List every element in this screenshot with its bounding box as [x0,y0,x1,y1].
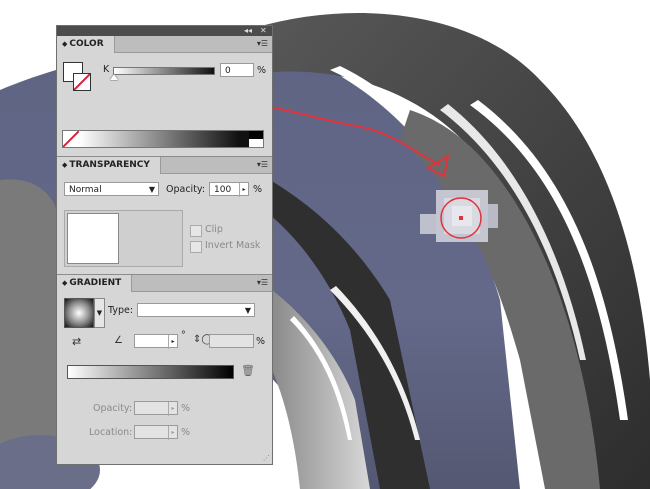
blend-mode-value: Normal [69,185,102,195]
clip-checkbox[interactable] [190,225,202,237]
k-percent-label: % [257,65,267,76]
opacity-stepper-icon[interactable]: ▸ [239,183,248,197]
stop-opacity-label: Opacity: [93,403,133,414]
tab-expand-icon: ◆ [62,161,68,169]
trash-icon[interactable]: 🗑 [241,364,255,377]
stroke-swatch[interactable] [73,73,91,91]
gradient-panel-title: GRADIENT [69,278,122,288]
k-value-input[interactable]: 0 [220,63,254,77]
gradient-panel-header: ◆ GRADIENT ▾☰ [57,275,272,292]
tab-expand-icon: ◆ [62,279,68,287]
color-panel-title: COLOR [69,39,104,49]
resize-grip-icon[interactable]: ⋰ [263,454,270,462]
annotation-center-dot [459,216,463,220]
collapse-dock-icon[interactable]: ◂◂ [244,26,252,36]
dock-title-bar[interactable]: ◂◂ ✕ [57,26,272,36]
opacity-percent-label: % [253,184,263,195]
angle-stepper-icon[interactable]: ▸ [168,335,177,349]
angle-input[interactable]: ▸ [134,334,178,349]
k-channel-label: K [103,64,110,75]
angle-icon: ∠ [114,335,123,346]
stop-opacity-input[interactable]: ▸ [134,401,178,416]
white-swatch[interactable] [249,139,263,147]
location-stepper-icon[interactable]: ▸ [168,426,177,440]
panel-dock: ◂◂ ✕ ◆ COLOR ▾☰ K 0 % ◆ TRANSPARENCY ▾☰ … [56,25,273,465]
gradient-slider-bar[interactable] [67,365,234,379]
invert-mask-label: Invert Mask [205,240,261,251]
color-panel-tab[interactable]: ◆ COLOR [57,36,115,53]
invert-mask-checkbox[interactable] [190,241,202,253]
k-channel-slider[interactable] [113,67,215,75]
location-input[interactable]: ▸ [134,425,178,440]
transparency-panel-tab[interactable]: ◆ TRANSPARENCY [57,157,161,174]
tab-expand-icon: ◆ [62,40,68,48]
location-label: Location: [89,427,133,438]
gradient-type-select[interactable]: ▼ [137,303,255,317]
aspect-percent-label: % [256,336,266,347]
location-percent-label: % [181,427,191,438]
transparency-panel-menu-icon[interactable]: ▾☰ [257,160,268,170]
k-slider-thumb[interactable] [110,74,118,80]
gradient-presets-dropdown-icon[interactable]: ▼ [94,298,105,328]
color-spectrum-bar[interactable] [62,130,264,148]
opacity-value: 100 [214,185,232,195]
clip-label: Clip [205,224,223,235]
stop-opacity-percent-label: % [181,403,191,414]
none-slash-icon [63,131,80,147]
gradient-preview-swatch[interactable] [64,298,94,328]
chevron-down-icon: ▼ [244,306,251,315]
color-panel-menu-icon[interactable]: ▾☰ [257,39,268,49]
gradient-panel-menu-icon[interactable]: ▾☰ [257,278,268,288]
none-slash-icon [74,74,90,90]
chevron-down-icon: ▼ [148,185,155,194]
color-panel: ◆ COLOR ▾☰ K 0 % [57,36,272,156]
color-panel-header: ◆ COLOR ▾☰ [57,36,272,53]
gradient-panel: ◆ GRADIENT ▾☰ ▼ Type: ▼ ⇄ ∠ ▸ ° ⇕◯ % 🗑 Op… [57,275,272,463]
object-thumbnail[interactable] [67,213,119,264]
close-dock-icon[interactable]: ✕ [260,26,267,36]
type-label: Type: [108,305,134,316]
transparency-panel: ◆ TRANSPARENCY ▾☰ Normal ▼ Opacity: 100 ▸… [57,157,272,274]
none-swatch[interactable] [63,131,80,147]
transparency-panel-title: TRANSPARENCY [69,160,150,170]
gradient-panel-tab[interactable]: ◆ GRADIENT [57,275,133,292]
aspect-ratio-input[interactable] [209,334,254,348]
opacity-label: Opacity: [166,184,206,195]
stop-opacity-stepper-icon[interactable]: ▸ [168,402,177,416]
blend-mode-select[interactable]: Normal ▼ [64,182,159,196]
black-swatch[interactable] [249,131,263,139]
degree-label: ° [181,330,186,341]
reverse-gradient-icon[interactable]: ⇄ [72,335,81,348]
opacity-input[interactable]: 100 ▸ [209,182,249,197]
transparency-panel-header: ◆ TRANSPARENCY ▾☰ [57,157,272,174]
